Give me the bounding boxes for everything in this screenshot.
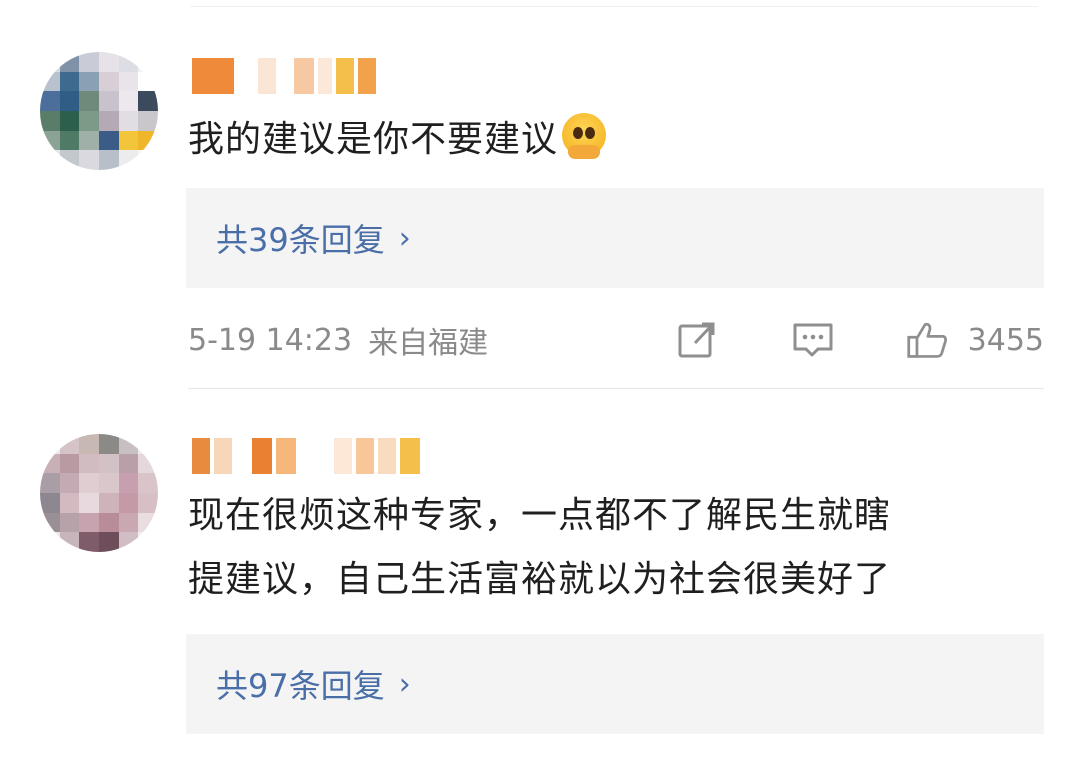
comment-text-body: 我的建议是你不要建议: [188, 119, 559, 160]
replies-label: 共97条回复: [216, 667, 385, 705]
top-divider: [190, 6, 1038, 7]
action-bar: 3455: [676, 320, 1044, 360]
comment-text-line: 现在很烦这种专家，一点都不了解民生就瞎: [188, 495, 892, 536]
thumbs-up-icon[interactable]: [906, 320, 948, 360]
comment-feed: 我的建议是你不要建议 共39条回复 › 5-19 14:23 来自福建 3455…: [0, 0, 1078, 763]
comment-meta: 5-19 14:23 来自福建 3455: [188, 320, 1044, 361]
view-replies-button[interactable]: 共97条回复 ›: [186, 634, 1044, 734]
comment-icon[interactable]: [792, 320, 834, 360]
comment-text-line: 提建议，自己生活富裕就以为社会很美好了: [188, 559, 892, 600]
avatar[interactable]: [40, 52, 158, 170]
view-replies-button[interactable]: 共39条回复 ›: [186, 188, 1044, 288]
comment-text: 现在很烦这种专家，一点都不了解民生就瞎 提建议，自己生活富裕就以为社会很美好了: [188, 484, 1048, 612]
chevron-right-icon: ›: [398, 220, 411, 256]
username-mosaic[interactable]: [192, 438, 420, 474]
pleading-face-icon: [562, 113, 607, 159]
like-count: 3455: [967, 322, 1044, 358]
timestamp: 5-19 14:23: [188, 322, 353, 358]
comment-text: 我的建议是你不要建议: [188, 108, 1048, 172]
share-icon[interactable]: [676, 320, 718, 360]
comment-divider: [188, 388, 1044, 389]
chevron-right-icon: ›: [398, 666, 411, 702]
replies-label: 共39条回复: [216, 221, 385, 259]
location: 来自福建: [368, 326, 489, 361]
avatar[interactable]: [40, 434, 158, 552]
username-mosaic[interactable]: [192, 58, 376, 94]
